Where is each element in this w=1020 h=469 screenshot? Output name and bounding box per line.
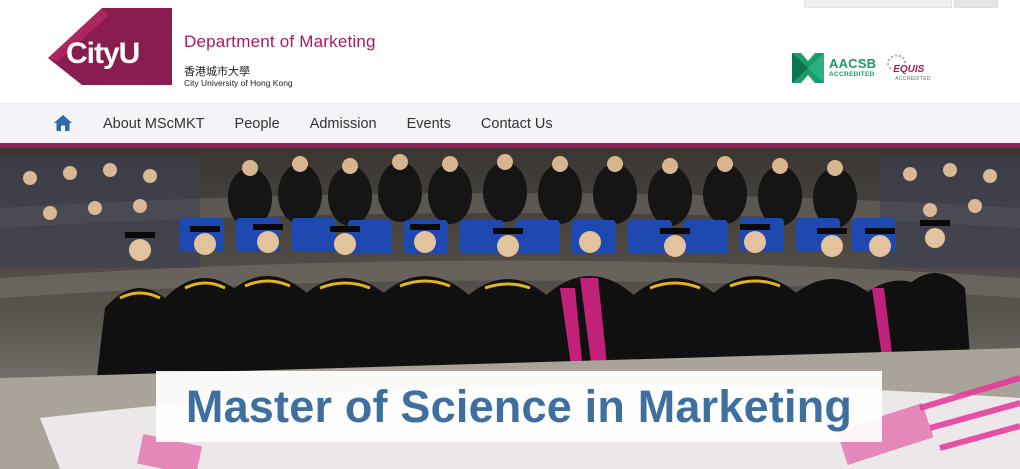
hero-banner: Master of Science in Marketing [0, 148, 1020, 469]
department-title[interactable]: Department of Marketing [184, 32, 376, 52]
aacsb-accredited-label: ACCREDITED [829, 71, 875, 79]
logo-text: CityU [66, 37, 139, 70]
department-branding: Department of Marketing 香港城市大學 City Univ… [184, 32, 376, 88]
nav-item-people[interactable]: People [220, 104, 295, 144]
home-icon[interactable] [54, 115, 72, 131]
main-navigation: About MScMKT People Admission Events Con… [0, 103, 1020, 143]
search-bar[interactable] [804, 0, 998, 8]
aacsb-name: AACSB [829, 56, 877, 72]
cityu-logo[interactable]: CityU [48, 8, 172, 90]
nav-item-about[interactable]: About MScMKT [88, 104, 220, 144]
nav-item-admission[interactable]: Admission [295, 104, 392, 144]
hero-title: Master of Science in Marketing [185, 380, 853, 432]
university-name-chinese: 香港城市大學 [184, 65, 250, 78]
search-input[interactable] [804, 0, 952, 8]
search-button[interactable] [954, 0, 998, 8]
equis-logo: EQUIS ACCREDITED [884, 53, 930, 83]
nav-item-events[interactable]: Events [392, 104, 466, 144]
university-name-english: City University of Hong Kong [184, 78, 293, 88]
hero-caption: Master of Science in Marketing [156, 371, 882, 442]
equis-name: EQUIS [893, 64, 925, 75]
equis-accredited-label: ACCREDITED [895, 76, 931, 82]
aacsb-icon [792, 53, 824, 83]
accreditation-logos: AACSB ACCREDITED EQUIS ACCREDITED [792, 53, 930, 83]
nav-item-contact[interactable]: Contact Us [466, 104, 568, 144]
site-header: CityU Department of Marketing 香港城市大學 Cit… [0, 0, 1020, 103]
